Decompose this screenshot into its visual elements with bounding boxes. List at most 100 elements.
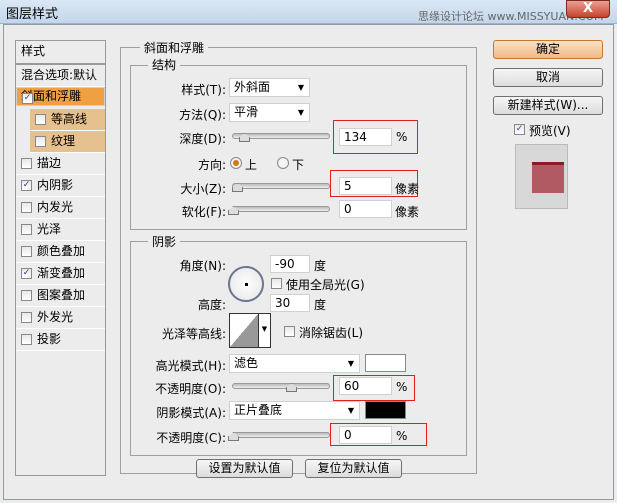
style-list-item-label: 纹理 — [51, 134, 76, 148]
gloss-contour-label: 光泽等高线: — [161, 327, 226, 341]
shadow-opacity-slider[interactable] — [232, 432, 330, 438]
size-slider[interactable] — [232, 183, 330, 189]
checkbox[interactable] — [21, 334, 32, 345]
direction-down-radio[interactable] — [277, 157, 289, 169]
preview-swatch — [532, 162, 564, 193]
style-list-item[interactable]: 描边 — [16, 153, 105, 175]
highlight-opacity-input[interactable]: 60 — [339, 377, 392, 395]
style-preview — [515, 144, 568, 209]
new-style-button[interactable]: 新建样式(W)... — [493, 96, 603, 115]
angle-label: 角度(N): — [179, 259, 226, 273]
checkbox[interactable] — [21, 224, 32, 235]
soften-label: 软化(F): — [181, 205, 226, 219]
angle-unit: 度 — [314, 259, 327, 273]
shadow-opacity-input[interactable]: 0 — [339, 426, 392, 444]
style-list-item-label: 光泽 — [37, 222, 62, 236]
style-list-item[interactable]: 投影 — [16, 329, 105, 351]
checkbox[interactable]: ✓ — [21, 268, 32, 279]
chevron-down-icon: ▼ — [347, 359, 354, 368]
style-list-item[interactable]: 内发光 — [16, 197, 105, 219]
soften-input[interactable]: 0 — [339, 200, 392, 218]
style-list: 样式 混合选项:默认 ✓ 斜面和浮雕等高线纹理描边 ✓ 内阴影内发光光泽颜色叠加 ✓ 渐变… — [15, 40, 106, 476]
shadow-color-swatch[interactable] — [365, 401, 406, 419]
chevron-down-icon: ▼ — [258, 314, 270, 347]
style-list-item[interactable]: 光泽 — [16, 219, 105, 241]
highlight-color-swatch[interactable] — [365, 354, 406, 372]
shadow-mode-value: 正片叠底 — [234, 403, 283, 417]
style-list-item[interactable]: 外发光 — [16, 307, 105, 329]
soften-slider[interactable] — [232, 206, 330, 212]
angle-input[interactable]: -90 — [270, 255, 310, 273]
size-label: 大小(Z): — [180, 182, 226, 196]
method-label: 方法(Q): — [179, 108, 226, 122]
highlight-opacity-slider[interactable] — [232, 383, 330, 389]
checkbox[interactable] — [21, 202, 32, 213]
set-default-button[interactable]: 设置为默认值 — [196, 459, 293, 478]
size-input[interactable]: 5 — [339, 177, 392, 195]
direction-up-radio[interactable] — [230, 157, 242, 169]
style-list-item-label: 图案叠加 — [37, 288, 86, 302]
style-list-item[interactable]: 纹理 — [30, 131, 105, 153]
size-unit: 像素 — [395, 182, 420, 196]
highlight-mode-select[interactable]: 滤色 ▼ — [229, 354, 360, 373]
chevron-down-icon: ▼ — [297, 108, 304, 117]
structure-title: 结构 — [148, 56, 181, 73]
checkbox[interactable] — [21, 246, 32, 257]
checkbox[interactable] — [35, 136, 46, 147]
style-label: 样式(T): — [181, 83, 226, 97]
checkbox[interactable] — [21, 158, 32, 169]
preview-checkbox[interactable]: ✓ — [514, 124, 525, 135]
chevron-down-icon: ▼ — [297, 83, 304, 92]
checkbox[interactable] — [35, 114, 46, 125]
shadow-mode-select[interactable]: 正片叠底 ▼ — [229, 401, 360, 420]
gloss-contour-picker[interactable]: ▼ — [229, 313, 271, 348]
list-header: 样式 — [16, 41, 105, 65]
window-title: 图层样式 — [6, 7, 59, 22]
style-list-item-label: 描边 — [37, 156, 62, 170]
altitude-input[interactable]: 30 — [270, 294, 310, 312]
direction-down-label: 下 — [292, 158, 305, 172]
style-list-item[interactable]: ✓ 内阴影 — [16, 175, 105, 197]
style-list-item[interactable]: 等高线 — [30, 109, 105, 131]
method-value: 平滑 — [234, 105, 259, 119]
style-list-item[interactable]: 颜色叠加 — [16, 241, 105, 263]
style-list-item-label: 投影 — [37, 332, 62, 346]
style-list-item-label: 颜色叠加 — [37, 244, 86, 258]
method-select[interactable]: 平滑 ▼ — [229, 103, 310, 122]
antialias-label: 消除锯齿(L) — [299, 326, 364, 340]
direction-up-label: 上 — [245, 158, 258, 172]
soften-unit: 像素 — [395, 205, 420, 219]
contour-preview-icon — [230, 314, 258, 347]
altitude-unit: 度 — [314, 298, 327, 312]
close-button[interactable]: X — [566, 0, 610, 18]
angle-dial[interactable] — [228, 266, 264, 302]
shadow-mode-label: 阴影模式(A): — [156, 406, 226, 420]
bevel-title: 斜面和浮雕 — [140, 39, 209, 56]
reset-default-button[interactable]: 复位为默认值 — [305, 459, 402, 478]
ok-button[interactable]: 确定 — [493, 40, 603, 59]
shadow-opacity-unit: % — [396, 429, 408, 443]
style-list-item[interactable]: ✓ 渐变叠加 — [16, 263, 105, 285]
checkbox[interactable] — [21, 312, 32, 323]
cancel-button[interactable]: 取消 — [493, 68, 603, 87]
style-value: 外斜面 — [234, 80, 271, 94]
global-light-label: 使用全局光(G) — [286, 278, 365, 292]
antialias-checkbox[interactable] — [284, 326, 295, 337]
depth-input[interactable]: 134 — [339, 128, 392, 146]
angle-dot-icon — [245, 283, 248, 286]
highlight-opacity-unit: % — [396, 380, 408, 394]
style-list-item[interactable]: ✓ 斜面和浮雕 — [16, 87, 105, 106]
style-list-item[interactable]: 图案叠加 — [16, 285, 105, 307]
style-list-item-label: 等高线 — [51, 112, 88, 126]
style-list-item-label: 内阴影 — [37, 178, 74, 192]
style-select[interactable]: 外斜面 ▼ — [229, 78, 310, 97]
altitude-label: 高度: — [197, 298, 226, 312]
checkbox[interactable] — [21, 290, 32, 301]
highlight-mode-label: 高光模式(H): — [155, 359, 226, 373]
highlight-opacity-label: 不透明度(O): — [155, 382, 226, 396]
blend-options-item[interactable]: 混合选项:默认 — [16, 65, 105, 87]
checkbox[interactable]: ✓ — [21, 180, 32, 191]
checkbox[interactable]: ✓ — [22, 93, 33, 104]
depth-unit: % — [396, 130, 408, 144]
global-light-checkbox[interactable] — [271, 278, 282, 289]
